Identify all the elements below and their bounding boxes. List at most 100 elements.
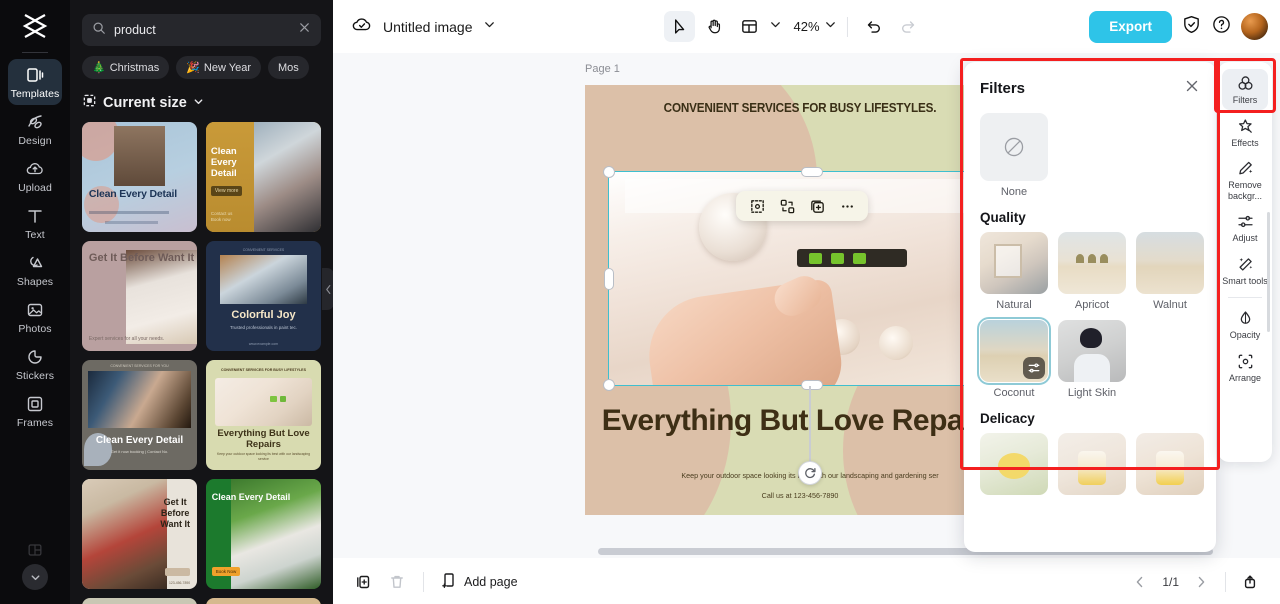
chip-more[interactable]: Mos <box>268 56 309 79</box>
layout-chevron-down-icon[interactable] <box>768 18 781 36</box>
add-page-icon <box>440 571 458 592</box>
sidebar-item-templates[interactable]: Templates <box>8 59 62 105</box>
sidebar-item-frames[interactable]: Frames <box>8 388 62 434</box>
undo-button[interactable] <box>858 11 889 42</box>
filter-item-coconut[interactable]: Coconut <box>977 317 1051 399</box>
export-panel-icon[interactable] <box>1236 568 1264 596</box>
select-tool-button[interactable] <box>663 11 695 42</box>
tool-arrange[interactable]: Arrange <box>1222 347 1268 388</box>
artboard[interactable]: CONVENIENT SERVICES FOR BUSY LIFESTYLES.… <box>585 85 1015 515</box>
template-card[interactable]: Get It Before Want It Expert services fo… <box>82 241 197 351</box>
zoom-level[interactable]: 42% <box>793 19 819 34</box>
duplicate-page-icon[interactable] <box>349 568 377 596</box>
template-card[interactable] <box>206 598 321 604</box>
sidebar-item-shapes[interactable]: Shapes <box>8 247 62 293</box>
filters-panel-title: Filters <box>980 80 1026 97</box>
app-root: Templates Design Upload Text Shapes Phot… <box>0 0 1280 604</box>
prev-page-button[interactable] <box>1126 568 1154 596</box>
bottom-divider-2 <box>1225 571 1226 592</box>
tool-label: Opacity <box>1229 330 1261 340</box>
filter-item-delicacy-1[interactable] <box>980 433 1048 495</box>
filter-item-delicacy-2[interactable] <box>1058 433 1126 495</box>
sidebar-item-design[interactable]: Design <box>8 106 62 152</box>
sidebar-item-photos[interactable]: Photos <box>8 294 62 340</box>
tool-opacity[interactable]: Opacity <box>1222 304 1268 345</box>
filter-item-light-skin[interactable]: Light Skin <box>1058 320 1126 399</box>
close-icon[interactable] <box>1184 78 1200 99</box>
sidebar-expand-button[interactable] <box>22 564 48 590</box>
tool-remove-background[interactable]: Remove backgr... <box>1222 154 1268 205</box>
filter-label: Walnut <box>1153 299 1187 311</box>
tool-label: Smart tools <box>1222 275 1268 286</box>
sidebar-item-upload[interactable]: Upload <box>8 153 62 199</box>
filter-item-delicacy-3[interactable] <box>1136 433 1204 495</box>
export-button[interactable]: Export <box>1089 10 1172 43</box>
next-page-button[interactable] <box>1187 568 1215 596</box>
topbar-right-group: Export <box>1089 10 1268 43</box>
rail-divider <box>22 52 48 53</box>
chevron-down-icon <box>193 95 204 111</box>
panel-collapse-handle[interactable] <box>322 268 333 310</box>
layout-tool-button[interactable] <box>733 11 764 42</box>
filter-item-walnut[interactable]: Walnut <box>1136 232 1204 311</box>
search-box[interactable] <box>82 14 321 46</box>
sidebar-item-label: Frames <box>16 417 54 429</box>
tool-effects[interactable]: Effects <box>1222 112 1268 153</box>
filter-none-tile[interactable] <box>980 113 1048 181</box>
zoom-chevron-down-icon[interactable] <box>824 18 837 36</box>
template-card-title: Clean Every Detail <box>211 492 291 503</box>
template-card-subtitle: Get it now booking | Contact No. <box>110 449 169 455</box>
document-menu-chevron-down-icon[interactable] <box>483 18 496 36</box>
template-card-subtitle: Trusted professionals in paint tec. <box>229 324 298 330</box>
template-card[interactable]: CONVENIENT SERVICES FOR BUSY LIFESTYLES … <box>206 360 321 470</box>
template-card[interactable]: Clean Every Detail Book Now <box>206 479 321 589</box>
tool-rail-scrollbar[interactable] <box>1267 212 1270 332</box>
document-title[interactable]: Untitled image <box>383 19 473 35</box>
template-card-title: Clean Every Detail <box>95 434 184 446</box>
chip-label: New Year <box>203 61 252 74</box>
template-card[interactable]: CONVENIENT SERVICES Colorful Joy Trusted… <box>206 241 321 351</box>
replace-icon[interactable] <box>774 194 800 218</box>
search-wrapper <box>70 0 333 46</box>
clear-search-icon[interactable] <box>298 21 311 39</box>
sidebar-item-text[interactable]: Text <box>8 200 62 246</box>
filter-adjust-icon[interactable] <box>1023 357 1045 379</box>
crop-icon[interactable] <box>744 194 770 218</box>
template-card-title: Colorful Joy <box>231 309 296 322</box>
user-avatar[interactable] <box>1241 13 1268 40</box>
search-icon <box>92 21 106 40</box>
tool-adjust[interactable]: Adjust <box>1222 207 1268 248</box>
tool-label: Effects <box>1231 137 1259 148</box>
chip-christmas[interactable]: 🎄 Christmas <box>82 56 170 79</box>
shield-icon[interactable] <box>1181 14 1202 40</box>
page-label: Page 1 <box>585 63 620 75</box>
template-card[interactable]: Clean Every Detail View more Contact us B… <box>206 122 321 232</box>
duplicate-icon[interactable] <box>804 194 830 218</box>
canvas-tools-group: 42% <box>663 11 923 42</box>
search-input[interactable] <box>114 23 290 37</box>
filter-item-apricot[interactable]: Apricot <box>1058 232 1126 311</box>
more-icon[interactable] <box>834 194 860 218</box>
template-card[interactable]: Clean Every Detail <box>82 122 197 232</box>
page-indicator: 1/1 <box>1162 574 1179 589</box>
sidebar-item-stickers[interactable]: Stickers <box>8 341 62 387</box>
help-icon[interactable] <box>1211 14 1232 40</box>
sidebar-item-label: Upload <box>18 182 52 194</box>
tool-filters[interactable]: Filters <box>1222 69 1268 110</box>
current-size-selector[interactable]: Current size <box>70 79 333 120</box>
capcut-logo-icon[interactable] <box>14 6 56 46</box>
hand-tool-button[interactable] <box>698 11 729 42</box>
delete-page-icon[interactable] <box>383 568 411 596</box>
rotate-handle[interactable] <box>798 461 822 485</box>
redo-button[interactable] <box>893 11 924 42</box>
template-card[interactable]: CONVENIENT SERVICES FOR YOU Clean Every … <box>82 360 197 470</box>
add-page-button[interactable]: Add page <box>436 571 518 592</box>
sidebar-item-label: Shapes <box>16 276 54 288</box>
template-card[interactable] <box>82 598 197 604</box>
template-card[interactable]: Get It Before Want It 123-456-7890 <box>82 479 197 589</box>
cloud-saved-icon[interactable] <box>351 13 373 40</box>
filter-item-natural[interactable]: Natural <box>980 232 1048 311</box>
chip-new-year[interactable]: 🎉 New Year <box>176 56 262 79</box>
tool-rail-divider <box>1228 297 1262 298</box>
tool-smart-tools[interactable]: Smart tools <box>1222 250 1268 291</box>
